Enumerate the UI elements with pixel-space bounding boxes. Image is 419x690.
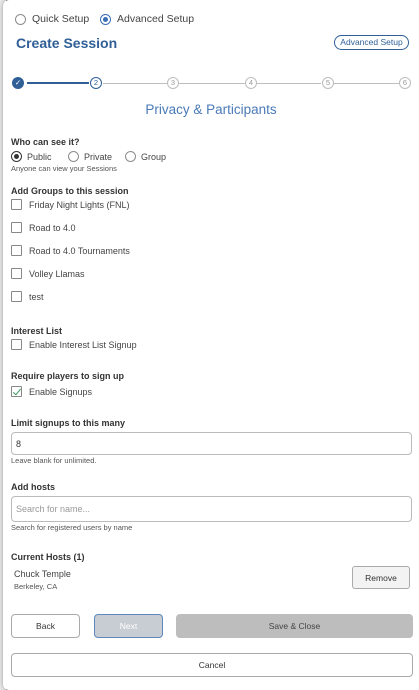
interest-list-checkbox[interactable]: [11, 339, 22, 350]
group-checkbox-road-to-4-tournaments[interactable]: [11, 245, 22, 256]
interest-list-label: Interest List: [11, 326, 63, 336]
remove-host-button[interactable]: Remove: [352, 566, 410, 589]
stepper-line-4: [257, 83, 321, 84]
step-1[interactable]: ✓: [12, 77, 24, 89]
visibility-public-option[interactable]: Public: [11, 151, 52, 162]
stepper-line-5: [333, 83, 399, 84]
group-checkbox-volley-llamas[interactable]: [11, 268, 22, 279]
visibility-private-label: Private: [84, 151, 113, 162]
section-title: Privacy & Participants: [145, 102, 277, 117]
group-item-fnl[interactable]: Friday Night Lights (FNL): [11, 199, 130, 210]
visibility-private-option[interactable]: Private: [68, 151, 112, 162]
quick-setup-label: Quick Setup: [32, 13, 90, 25]
visibility-label: Who can see it?: [11, 137, 80, 147]
group-item-volley-llamas[interactable]: Volley Llamas: [11, 268, 85, 279]
limit-label: Limit signups to this many: [11, 418, 126, 428]
page-title: Create Session: [16, 35, 118, 51]
back-button[interactable]: Back: [11, 614, 80, 638]
host-search-input[interactable]: Search for name...: [11, 496, 412, 522]
signup-label: Require players to sign up: [11, 371, 125, 381]
host-search-hint: Search for registered users by name: [11, 523, 133, 532]
group-checkbox-test[interactable]: [11, 291, 22, 302]
group-checkbox-road-to-4[interactable]: [11, 222, 22, 233]
group-label-road-to-4-tournaments: Road to 4.0 Tournaments: [29, 245, 130, 256]
step-6[interactable]: 6: [399, 77, 411, 89]
visibility-group-radio[interactable]: [125, 151, 136, 162]
stepper-line-1: [27, 82, 89, 84]
group-item-road-to-4[interactable]: Road to 4.0: [11, 222, 76, 233]
limit-hint: Leave blank for unlimited.: [11, 456, 97, 465]
group-checkbox-fnl[interactable]: [11, 199, 22, 210]
stepper-line-3: [179, 83, 245, 84]
save-close-button[interactable]: Save & Close: [176, 614, 413, 638]
enable-signups-label: Enable Signups: [29, 386, 93, 397]
advanced-setup-button[interactable]: Advanced Setup: [334, 35, 409, 50]
add-hosts-label: Add hosts: [11, 482, 55, 492]
step-3[interactable]: 3: [167, 77, 179, 89]
groups-label: Add Groups to this session: [11, 186, 129, 196]
quick-setup-option[interactable]: Quick Setup: [15, 13, 89, 25]
stepper-line-2: [103, 83, 167, 84]
advanced-setup-option[interactable]: Advanced Setup: [100, 13, 194, 25]
step-2[interactable]: 2: [90, 77, 102, 89]
quick-setup-radio[interactable]: [15, 13, 26, 25]
step-4[interactable]: 4: [245, 77, 257, 89]
visibility-group-label: Group: [141, 151, 167, 162]
visibility-public-radio[interactable]: [11, 151, 22, 162]
host-location: Berkeley, CA: [14, 582, 58, 591]
enable-signups-option[interactable]: Enable Signups: [11, 386, 92, 397]
group-label-test: test: [29, 291, 44, 302]
enable-signups-checkbox[interactable]: [11, 386, 22, 397]
group-label-volley-llamas: Volley Llamas: [29, 268, 85, 279]
cancel-button[interactable]: Cancel: [11, 653, 413, 677]
next-button[interactable]: Next: [94, 614, 163, 638]
group-label-road-to-4: Road to 4.0: [29, 222, 76, 233]
interest-list-checkbox-label: Enable Interest List Signup: [29, 339, 137, 350]
group-item-road-to-4-tournaments[interactable]: Road to 4.0 Tournaments: [11, 245, 130, 256]
group-label-fnl: Friday Night Lights (FNL): [29, 199, 130, 210]
limit-input[interactable]: 8: [11, 432, 412, 455]
visibility-group-option[interactable]: Group: [125, 151, 166, 162]
advanced-setup-label: Advanced Setup: [117, 13, 195, 25]
host-name: Chuck Temple: [14, 569, 71, 579]
visibility-private-radio[interactable]: [68, 151, 79, 162]
visibility-public-label: Public: [27, 151, 52, 162]
create-session-modal: Quick Setup Advanced Setup Create Sessio…: [3, 0, 419, 690]
advanced-setup-radio[interactable]: [100, 13, 111, 25]
current-hosts-label: Current Hosts (1): [11, 552, 85, 562]
interest-list-option[interactable]: Enable Interest List Signup: [11, 339, 137, 350]
visibility-hint: Anyone can view your Sessions: [11, 164, 117, 173]
group-item-test[interactable]: test: [11, 291, 44, 302]
step-5[interactable]: 5: [322, 77, 334, 89]
